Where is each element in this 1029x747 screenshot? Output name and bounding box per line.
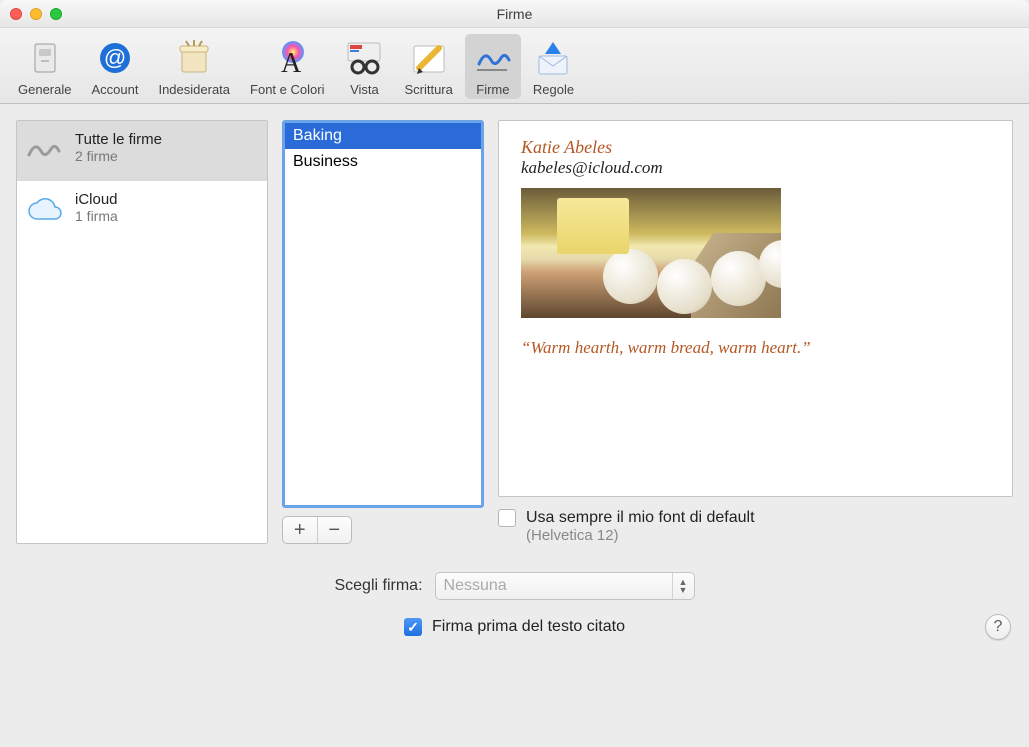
signature-preview[interactable]: Katie Abeles kabeles@icloud.com “Warm he…	[498, 120, 1013, 497]
signature-item-business[interactable]: Business	[285, 149, 481, 175]
accounts-item-subtitle: 1 firma	[75, 208, 118, 224]
signatures-content: Tutte le firme 2 firme iCloud 1 firma Ba…	[0, 104, 1029, 544]
at-icon: @	[95, 38, 135, 78]
close-window-button[interactable]	[10, 8, 22, 20]
tab-general-label: Generale	[18, 82, 71, 97]
place-above-quoted-label: Firma prima del testo citato	[432, 618, 625, 636]
accounts-item-icloud[interactable]: iCloud 1 firma	[17, 181, 267, 241]
zoom-window-button[interactable]	[50, 8, 62, 20]
signatures-column: Baking Business + −	[282, 120, 484, 544]
tab-junk-label: Indesiderata	[158, 82, 230, 97]
tab-fonts-colors-label: Font e Colori	[250, 82, 324, 97]
accounts-item-subtitle: 2 firme	[75, 148, 162, 164]
accounts-item-text: Tutte le firme 2 firme	[75, 131, 162, 164]
accounts-list: Tutte le firme 2 firme iCloud 1 firma	[16, 120, 268, 544]
minimize-window-button[interactable]	[30, 8, 42, 20]
place-above-quoted-row: ✓ Firma prima del testo citato	[404, 618, 625, 636]
view-icon	[344, 38, 384, 78]
general-icon	[25, 38, 65, 78]
traffic-lights	[10, 8, 62, 20]
tab-viewing-label: Vista	[350, 82, 379, 97]
signatures-add-remove: + −	[282, 516, 352, 544]
svg-text:A: A	[281, 48, 302, 78]
signature-icon	[25, 131, 65, 171]
choose-signature-label: Scegli firma:	[334, 577, 422, 595]
tab-viewing[interactable]: Vista	[336, 34, 392, 99]
accounts-item-text: iCloud 1 firma	[75, 191, 118, 224]
tab-signatures[interactable]: Firme	[465, 34, 521, 99]
remove-signature-button[interactable]: −	[317, 517, 352, 543]
accounts-item-title: iCloud	[75, 191, 118, 208]
preview-name: Katie Abeles	[521, 137, 990, 158]
svg-text:@: @	[104, 45, 126, 70]
preview-quote: “Warm hearth, warm bread, warm heart.”	[521, 338, 990, 358]
preview-column: Katie Abeles kabeles@icloud.com “Warm he…	[498, 120, 1013, 544]
preferences-toolbar: Generale @ Account Indesiderata A Font e…	[0, 28, 1029, 104]
rules-icon	[533, 38, 573, 78]
accounts-item-title: Tutte le firme	[75, 131, 162, 148]
signature-item-baking[interactable]: Baking	[285, 123, 481, 149]
footer: Scegli firma: Nessuna ▲▼ ✓ Firma prima d…	[0, 544, 1029, 658]
compose-icon	[409, 38, 449, 78]
preview-image	[521, 188, 781, 318]
default-font-row: Usa sempre il mio font di default (Helve…	[498, 509, 1013, 544]
tab-rules-label: Regole	[533, 82, 574, 97]
titlebar: Firme	[0, 0, 1029, 28]
icloud-icon	[25, 191, 65, 231]
window-title: Firme	[497, 6, 533, 22]
tab-composing[interactable]: Scrittura	[396, 34, 460, 99]
signature-icon	[473, 38, 513, 78]
tab-accounts[interactable]: @ Account	[83, 34, 146, 99]
default-font-label: Usa sempre il mio font di default	[526, 509, 755, 527]
junk-icon	[174, 38, 214, 78]
tab-fonts-colors[interactable]: A Font e Colori	[242, 34, 332, 99]
tab-junk[interactable]: Indesiderata	[150, 34, 238, 99]
tab-general[interactable]: Generale	[10, 34, 79, 99]
add-signature-button[interactable]: +	[283, 517, 317, 543]
default-font-detail: (Helvetica 12)	[526, 527, 755, 544]
tab-composing-label: Scrittura	[404, 82, 452, 97]
help-button[interactable]: ?	[985, 614, 1011, 640]
signatures-preferences-window: Firme Generale @ Account Indesiderata A	[0, 0, 1029, 747]
choose-signature-row: Scegli firma: Nessuna ▲▼	[334, 572, 694, 600]
select-stepper-icon: ▲▼	[672, 573, 694, 599]
choose-signature-value: Nessuna	[444, 577, 507, 595]
help-icon: ?	[994, 618, 1003, 636]
default-font-checkbox[interactable]	[498, 509, 516, 527]
tab-signatures-label: Firme	[476, 82, 509, 97]
accounts-item-all-signatures[interactable]: Tutte le firme 2 firme	[17, 121, 267, 181]
fonts-icon: A	[267, 38, 307, 78]
tab-rules[interactable]: Regole	[525, 34, 582, 99]
place-above-quoted-checkbox[interactable]: ✓	[404, 618, 422, 636]
choose-signature-select[interactable]: Nessuna ▲▼	[435, 572, 695, 600]
tab-accounts-label: Account	[91, 82, 138, 97]
signatures-list[interactable]: Baking Business	[282, 120, 484, 508]
preview-email: kabeles@icloud.com	[521, 158, 990, 178]
